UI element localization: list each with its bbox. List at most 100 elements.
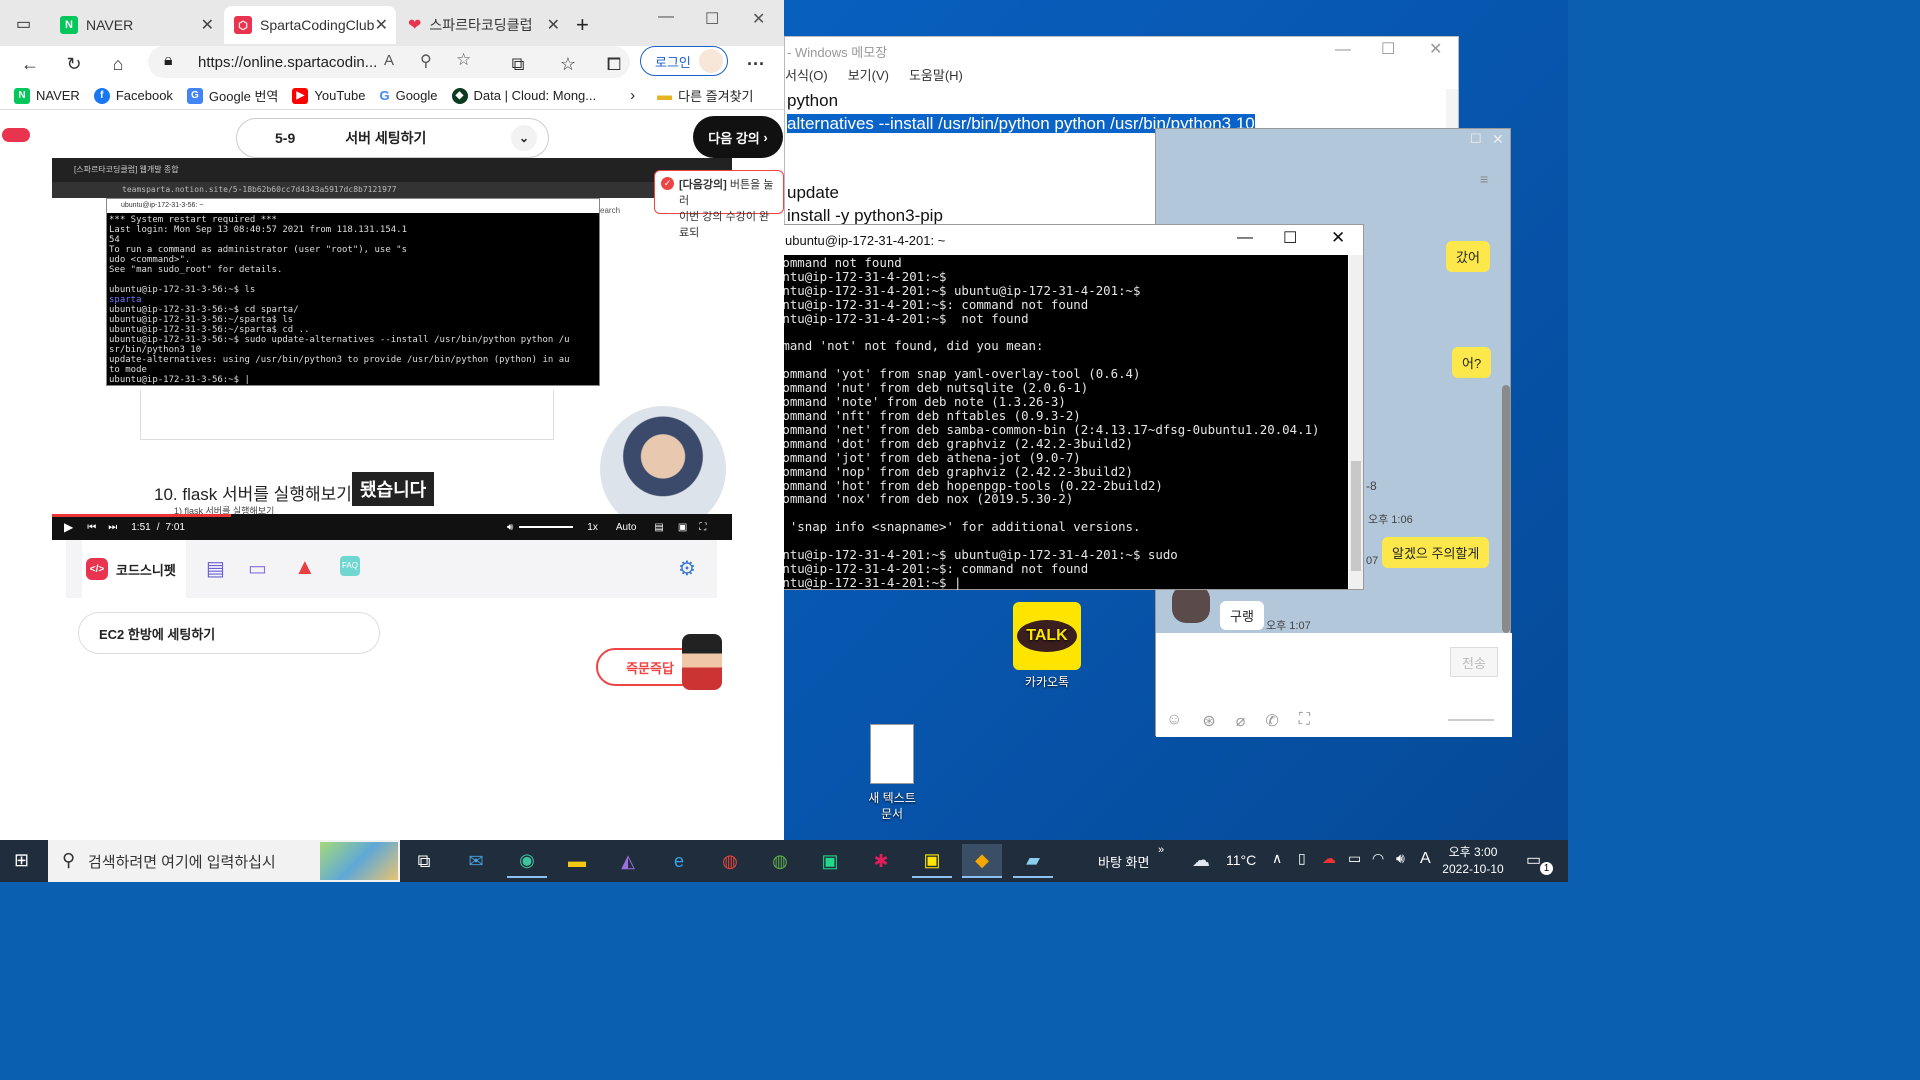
volume-icon[interactable]: 🔊︎ <box>507 522 513 533</box>
slack-icon[interactable]: ✱ <box>861 844 901 878</box>
skip-back-icon[interactable]: ⏮ <box>87 522 96 533</box>
terminal-scrollbar[interactable] <box>1349 255 1363 589</box>
emoticon-icon[interactable]: ⊛ <box>1202 711 1215 731</box>
taskbar-search[interactable]: ⚲ 검색하려면 여기에 입력하십시 <box>48 840 400 882</box>
back-icon[interactable]: ← <box>18 52 42 76</box>
clock[interactable]: 오후 3:00 2022-10-10 <box>1442 844 1504 878</box>
close-button[interactable]: ✕ <box>1429 39 1442 59</box>
mail-icon[interactable]: ✉ <box>456 844 496 878</box>
refresh-icon[interactable]: ↻ <box>62 52 86 76</box>
bookmark-youtube[interactable]: ▶ YouTube <box>292 87 365 104</box>
collections-icon[interactable]: ⧠ <box>602 52 626 76</box>
playback-speed[interactable]: 1x <box>587 522 598 533</box>
chevron-down-icon[interactable]: ⌄ <box>511 125 537 151</box>
bookmark-other-folder[interactable]: ▬ 다른 즐겨찾기 <box>657 86 753 105</box>
chat-input-area[interactable]: 전송 ☺ ⊛ ⌀ ✆ ⛶ <box>1156 633 1512 737</box>
tab-actions-icon[interactable]: ▭ <box>16 14 31 34</box>
close-tab-icon[interactable]: ✕ <box>547 15 560 35</box>
quality-setting[interactable]: Auto <box>616 522 637 533</box>
internet-explorer-icon[interactable]: e <box>659 844 699 878</box>
task-view-icon[interactable]: ⧉ <box>404 844 444 878</box>
login-button[interactable]: 로그인 <box>640 46 728 76</box>
bookmark-mongodb[interactable]: ◆ Data | Cloud: Mong... <box>451 87 596 104</box>
desktop-icon-kakaotalk[interactable]: TALK 카카오톡 <box>1002 602 1092 690</box>
emoji-icon[interactable]: ☺ <box>1166 711 1182 731</box>
menu-view[interactable]: 보기(V) <box>848 65 889 87</box>
volume-slider[interactable] <box>519 526 574 528</box>
menu-icon[interactable]: ≡ <box>1480 171 1488 187</box>
opacity-slider[interactable] <box>1448 719 1494 721</box>
extensions-icon[interactable]: ⧉ <box>506 52 530 76</box>
minimize-button[interactable]: — <box>658 8 674 26</box>
visual-studio-icon[interactable]: ◭ <box>608 844 648 878</box>
skip-forward-icon[interactable]: ⏭ <box>108 522 117 533</box>
more-icon[interactable]: ··· <box>744 52 768 76</box>
new-tab-button[interactable]: + <box>576 12 589 38</box>
bookmark-google[interactable]: G Google <box>379 88 437 103</box>
maximize-button[interactable]: ☐ <box>1381 39 1395 59</box>
tab-code-snippet[interactable]: </> 코드스니펫 <box>82 540 186 598</box>
scrollbar-thumb[interactable] <box>1351 461 1361 571</box>
notification-icon[interactable]: ▭ <box>1526 850 1541 870</box>
faq-icon[interactable]: FAQ <box>340 556 360 576</box>
bookmark-naver[interactable]: N NAVER <box>14 87 80 104</box>
close-tab-icon[interactable]: ✕ <box>201 15 214 35</box>
pip-icon[interactable]: ▣ <box>678 522 687 533</box>
capture-icon[interactable]: ⛶ <box>1299 711 1310 731</box>
terminal-output[interactable]: : command not found ubuntu@ip-172-31-4-2… <box>758 255 1348 589</box>
wifi-icon[interactable]: ◠ <box>1372 850 1384 867</box>
bookmark-google-translate[interactable]: G Google 번역 <box>186 86 278 105</box>
minimize-button[interactable]: — <box>1237 229 1253 247</box>
chrome-alt-icon[interactable]: ◍ <box>760 844 800 878</box>
maximize-button[interactable]: ☐ <box>1283 228 1297 248</box>
favorites-icon[interactable]: ☆ <box>556 52 580 76</box>
subtitles-icon[interactable]: ▤ <box>654 522 663 533</box>
close-button[interactable]: ✕ <box>752 9 765 29</box>
putty-taskbar-icon[interactable]: ◆ <box>962 844 1002 878</box>
volume-icon[interactable]: 🔊︎ <box>1396 850 1405 867</box>
desktop-icon-textfile[interactable]: 새 텍스트 문서 <box>847 724 937 822</box>
chat-icon[interactable]: ▭ <box>248 556 267 581</box>
show-hidden-icons[interactable]: ∧ <box>1272 850 1282 867</box>
weather-cloud-icon[interactable]: ☁ <box>1192 850 1210 871</box>
video-progress-bar[interactable] <box>52 514 231 517</box>
notepad-taskbar-icon[interactable]: ▰ <box>1013 844 1053 878</box>
zoom-icon[interactable]: ⚲ <box>420 51 432 71</box>
chevron-right-icon[interactable]: › <box>630 87 635 104</box>
ime-indicator[interactable]: A <box>1420 850 1431 868</box>
temperature[interactable]: 11°C <box>1226 852 1256 868</box>
file-explorer-icon[interactable]: ▬ <box>557 844 597 878</box>
video-player[interactable]: [스파르타코딩클럽] 웹개발 종합 teamsparta.notion.site… <box>52 158 732 540</box>
close-tab-icon[interactable]: ✕ <box>375 15 388 35</box>
close-button[interactable]: ✕ <box>1331 228 1345 248</box>
lesson-selector[interactable]: 5-9 서버 세팅하기 ⌄ <box>236 118 549 158</box>
pycharm-icon[interactable]: ▣ <box>810 844 850 878</box>
device-icon[interactable]: ▯ <box>1298 850 1306 867</box>
tab-naver[interactable]: N NAVER ✕ <box>50 6 222 44</box>
chrome-icon[interactable]: ◍ <box>710 844 750 878</box>
tab-spartacodingclub[interactable]: ⬡ SpartaCodingClub ✕ <box>224 6 396 44</box>
next-lesson-button[interactable]: 다음 강의 › <box>693 116 783 158</box>
document-icon[interactable]: ▤ <box>206 556 225 581</box>
play-icon[interactable]: ▶ <box>64 520 73 534</box>
maximize-button[interactable]: ☐ <box>705 9 719 29</box>
chevron-up-icon[interactable]: » <box>1158 844 1164 856</box>
cloud-error-icon[interactable]: ☁ <box>1322 850 1336 867</box>
edge-icon[interactable]: ◉ <box>507 844 547 878</box>
snippet-card[interactable]: EC2 한방에 세팅하기 <box>78 612 380 654</box>
kakaotalk-taskbar-icon[interactable]: ▣ <box>912 844 952 878</box>
read-aloud-icon[interactable]: A <box>384 52 394 69</box>
gear-icon[interactable]: ⚙ <box>678 556 696 581</box>
menu-help[interactable]: 도움말(H) <box>909 65 963 87</box>
favorite-add-icon[interactable]: ☆ <box>456 50 471 70</box>
attach-icon[interactable]: ⌀ <box>1236 711 1246 731</box>
send-button[interactable]: 전송 <box>1450 647 1498 677</box>
maximize-button[interactable]: ☐ <box>1470 131 1482 147</box>
close-button[interactable]: ✕ <box>1492 131 1504 148</box>
menu-format[interactable]: 서식(O) <box>785 65 828 87</box>
tab-sparta-kr[interactable]: ❤ 스파르타코딩클럽 ✕ <box>398 6 568 44</box>
chat-scrollbar[interactable] <box>1502 385 1510 633</box>
call-icon[interactable]: ✆ <box>1265 711 1278 731</box>
home-icon[interactable]: ⌂ <box>106 52 130 76</box>
desktop-toolbar-label[interactable]: 바탕 화면 <box>1098 852 1149 871</box>
